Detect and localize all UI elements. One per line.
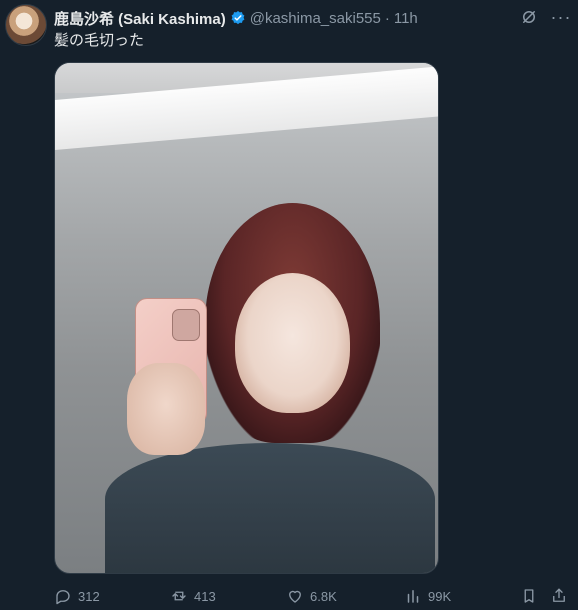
views-count: 99K bbox=[428, 588, 452, 604]
retweet-count: 413 bbox=[194, 588, 216, 604]
timestamp[interactable]: 11h bbox=[394, 10, 418, 27]
more-icon[interactable]: ··· bbox=[550, 7, 572, 27]
tweet-actions: 312 413 6.8K 99K bbox=[54, 584, 574, 608]
tweet-header: 鹿島沙希 (Saki Kashima) @kashima_saki555 · 1… bbox=[54, 8, 418, 28]
like-button[interactable]: 6.8K bbox=[286, 584, 337, 608]
image-phone-camera bbox=[172, 309, 200, 341]
retweet-icon bbox=[172, 591, 186, 601]
image-face bbox=[235, 273, 350, 413]
views-button[interactable]: 99K bbox=[404, 584, 451, 608]
bookmark-button[interactable] bbox=[520, 584, 538, 608]
heart-icon bbox=[289, 590, 301, 603]
share-button[interactable] bbox=[550, 584, 568, 608]
image-body bbox=[105, 443, 435, 573]
separator: · bbox=[384, 9, 390, 27]
retweet-button[interactable]: 413 bbox=[170, 584, 216, 608]
avatar[interactable] bbox=[5, 4, 47, 46]
grok-icon[interactable] bbox=[520, 8, 538, 26]
tweet-image[interactable] bbox=[54, 62, 439, 574]
reply-count: 312 bbox=[78, 588, 100, 604]
tweet-card[interactable]: 鹿島沙希 (Saki Kashima) @kashima_saki555 · 1… bbox=[0, 0, 578, 610]
image-hand bbox=[127, 363, 205, 455]
tweet-text: 髪の毛切った bbox=[54, 32, 145, 49]
like-count: 6.8K bbox=[310, 588, 337, 604]
views-icon bbox=[407, 590, 419, 603]
verified-badge-icon bbox=[230, 10, 246, 26]
display-name[interactable]: 鹿島沙希 (Saki Kashima) bbox=[54, 8, 226, 29]
reply-icon bbox=[56, 590, 70, 605]
top-actions: ··· bbox=[520, 7, 572, 27]
share-icon bbox=[553, 588, 565, 602]
more-label: ··· bbox=[550, 7, 572, 27]
reply-button[interactable]: 312 bbox=[54, 584, 100, 608]
handle[interactable]: @kashima_saki555 bbox=[250, 10, 381, 27]
bookmark-icon bbox=[524, 589, 534, 603]
